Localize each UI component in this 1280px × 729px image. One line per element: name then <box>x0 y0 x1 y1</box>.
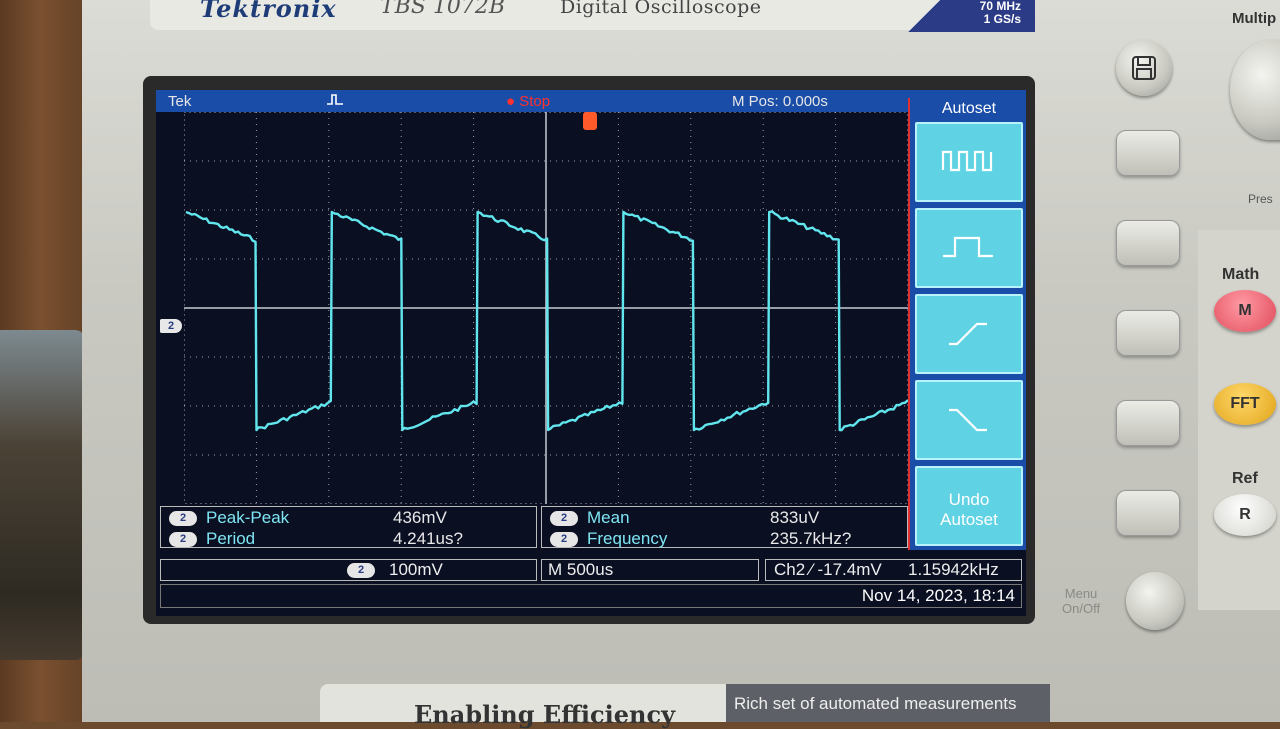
graticule <box>184 112 908 504</box>
stop-indicator: ● Stop <box>506 93 550 110</box>
ref-label: Ref <box>1232 470 1258 487</box>
acquisition-state: Stop <box>519 93 551 110</box>
oscilloscope-screen: Tek ● Stop M Pos: 0.000s 2 Autoset Undo … <box>156 90 1026 616</box>
measurement-label: Period <box>206 529 256 548</box>
rising-edge-icon <box>949 322 987 346</box>
press-label: Pres <box>1248 192 1273 206</box>
volts-per-div: 100mV <box>389 560 443 579</box>
measurement-mean: 2 Mean 833uV <box>542 508 907 528</box>
trigger-frequency: 1.15942kHz <box>908 560 999 579</box>
side-menu-button-1[interactable] <box>1116 130 1180 176</box>
undo-label-line1: Undo <box>948 490 990 509</box>
channel-badge: 2 <box>347 563 375 578</box>
trigger-level: Ch2 ⁄ -17.4mV <box>774 560 882 579</box>
channel-badge: 2 <box>169 511 197 526</box>
side-menu-button-5[interactable] <box>1116 490 1180 536</box>
multipurpose-label: Multip <box>1232 10 1277 27</box>
channel-badge: 2 <box>550 511 578 526</box>
measurement-value: 4.241us? <box>393 529 463 548</box>
falling-edge-icon <box>949 408 987 432</box>
time-scale-bar: M 500us <box>541 559 759 581</box>
ch2-waveform-trace <box>185 210 908 432</box>
single-cycle-pulse-icon <box>943 236 993 258</box>
side-menu-button-2[interactable] <box>1116 220 1180 266</box>
date-time: Nov 14, 2023, 18:14 <box>861 586 1015 605</box>
trigger-position-marker <box>583 112 597 130</box>
save-icon <box>1132 56 1156 80</box>
vertical-scale-bar: 2 100mV <box>160 559 537 581</box>
math-button[interactable]: M <box>1214 290 1276 332</box>
single-cycle-button[interactable] <box>915 208 1023 288</box>
falling-edge-button[interactable] <box>915 380 1023 460</box>
save-button[interactable] <box>1116 40 1172 96</box>
measurement-period: 2 Period 4.241us? <box>161 529 536 549</box>
side-menu-button-4[interactable] <box>1116 400 1180 446</box>
measurement-label: Frequency <box>587 529 668 548</box>
undo-autoset-button[interactable]: Undo Autoset <box>915 466 1023 546</box>
background-jar <box>0 330 85 660</box>
side-menu-title: Autoset <box>941 100 997 117</box>
menu-onoff-line2: On/Off <box>1062 601 1101 616</box>
undo-label-line2: Autoset <box>940 510 998 529</box>
measurement-label: Peak-Peak <box>206 508 290 527</box>
ref-button[interactable]: R <box>1214 494 1276 536</box>
status-bar: Tek ● Stop M Pos: 0.000s <box>156 90 1026 112</box>
autoset-side-menu: Autoset Undo Autoset <box>908 98 1026 550</box>
measurement-box-right: 2 Mean 833uV 2 Frequency 235.7kHz? <box>541 506 908 548</box>
model-label: TBS 1072B <box>380 0 506 19</box>
menu-onoff-button[interactable] <box>1126 572 1184 630</box>
multi-cycle-square-wave-icon <box>941 150 993 172</box>
trigger-bar: Ch2 ⁄ -17.4mV 1.15942kHz <box>765 559 1022 581</box>
measurement-label: Mean <box>587 508 630 527</box>
stop-dot-icon: ● <box>506 93 516 110</box>
trigger-type-icon <box>326 92 344 110</box>
multi-cycle-button[interactable] <box>915 122 1023 202</box>
measurement-value: 436mV <box>393 508 447 527</box>
brand-logo: Tektronix <box>200 0 337 23</box>
rising-edge-button[interactable] <box>915 294 1023 374</box>
math-label: Math <box>1222 266 1260 283</box>
fft-button[interactable]: FFT <box>1214 383 1276 425</box>
description-label: Digital Oscilloscope <box>560 0 762 18</box>
channel-badge: 2 <box>169 532 197 547</box>
measurement-peak-peak: 2 Peak-Peak 436mV <box>161 508 536 528</box>
measurement-value: 833uV <box>770 508 820 527</box>
measurement-box-left: 2 Peak-Peak 436mV 2 Period 4.241us? <box>160 506 537 548</box>
channel-ground-marker: 2 <box>160 319 182 333</box>
menu-onoff-line1: Menu <box>1064 586 1098 601</box>
sample-rate-label: 1 GS/s <box>983 12 1021 26</box>
side-menu-button-3[interactable] <box>1116 310 1180 356</box>
menu-onoff-label: Menu On/Off <box>1062 586 1100 616</box>
spec-badge: 70 MHz 1 GS/s <box>905 0 1035 32</box>
measurement-frequency: 2 Frequency 235.7kHz? <box>542 529 907 549</box>
footer-banner: Rich set of automated measurements <box>726 684 1050 722</box>
tek-label: Tek <box>168 93 192 110</box>
measurement-value: 235.7kHz? <box>770 529 852 548</box>
footer-slogan: Enabling Efficiency <box>414 700 676 729</box>
date-time-bar: Nov 14, 2023, 18:14 <box>160 584 1022 608</box>
time-per-div: M 500us <box>548 560 614 579</box>
channel-badge: 2 <box>550 532 578 547</box>
position-readout: M Pos: 0.000s <box>732 93 828 110</box>
